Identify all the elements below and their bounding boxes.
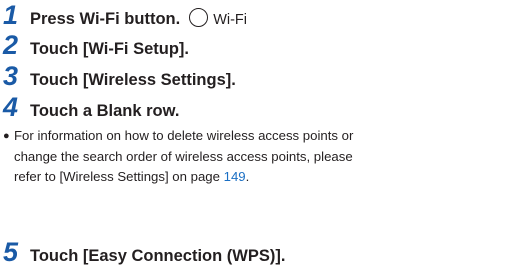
step-2-text: Touch [Wi-Fi Setup].	[30, 40, 190, 58]
step-4-number: 4	[3, 92, 18, 122]
note-line-3-text: refer to [Wireless Settings] on page	[14, 169, 224, 184]
step-5: 5 Touch [Easy Connection (WPS)].	[3, 239, 285, 266]
step-1-number: 1	[3, 0, 18, 30]
step-2-number: 2	[3, 30, 18, 60]
note-line-2: change the search order of wireless acce…	[14, 148, 353, 164]
note-bullet-icon: ●	[3, 130, 10, 142]
step-3-text: Touch [Wireless Settings].	[30, 71, 236, 89]
step-3: 3 Touch [Wireless Settings].	[3, 63, 236, 90]
note-line-3: refer to [Wireless Settings] on page 149…	[3, 167, 503, 188]
note-line-3-end: .	[245, 169, 250, 184]
step-5-number: 5	[3, 237, 18, 267]
wifi-button-label: Wi-Fi	[213, 12, 248, 28]
step-4: 4 Touch a Blank row.	[3, 94, 179, 121]
info-note: ● For information on how to delete wirel…	[3, 126, 503, 188]
note-line-1: For information on how to delete wireles…	[14, 128, 354, 143]
step-1: 1 Press Wi-Fi button. Wi-Fi	[3, 2, 247, 29]
step-5-text: Touch [Easy Connection (WPS)].	[30, 247, 286, 265]
wifi-button-icon	[189, 8, 209, 27]
step-1-text: Press Wi-Fi button.	[30, 10, 181, 28]
step-4-text: Touch a Blank row.	[30, 102, 180, 120]
page-149-link[interactable]: 149	[224, 169, 246, 184]
step-3-number: 3	[3, 61, 18, 91]
step-2: 2 Touch [Wi-Fi Setup].	[3, 32, 189, 59]
